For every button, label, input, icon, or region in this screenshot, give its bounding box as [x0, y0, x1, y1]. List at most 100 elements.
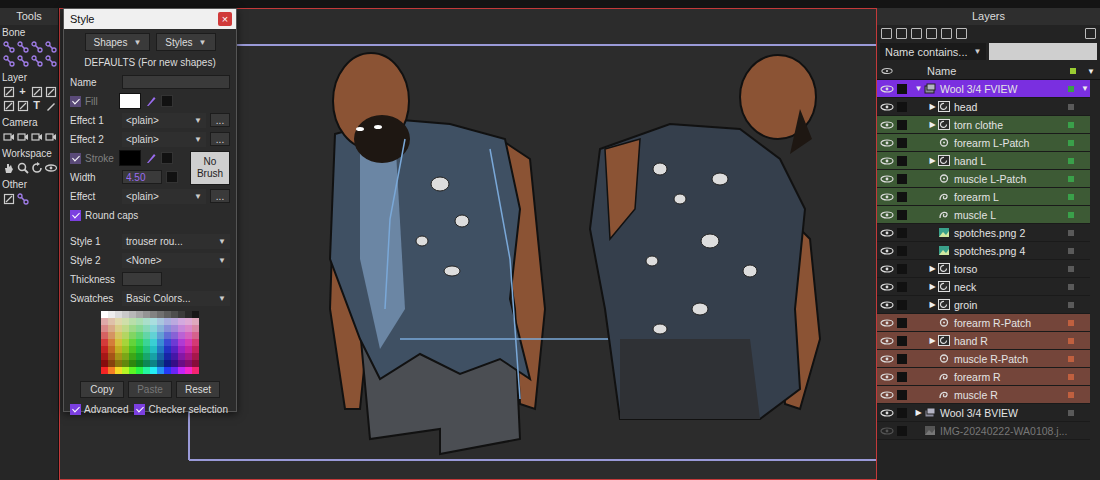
bone-tool[interactable] — [2, 54, 15, 67]
label-color-icon[interactable] — [1068, 356, 1074, 362]
eye-icon[interactable] — [880, 373, 894, 381]
lock-box[interactable] — [897, 138, 907, 148]
lock-box[interactable] — [897, 300, 907, 310]
eye-icon[interactable] — [880, 247, 894, 255]
eye-icon[interactable] — [880, 229, 894, 237]
bone-tool[interactable] — [44, 54, 57, 67]
bone-tool[interactable] — [30, 54, 43, 67]
expand-toggle[interactable]: ▼ — [913, 84, 924, 93]
option-checkbox[interactable]: Advanced — [70, 404, 128, 415]
layer-action-icon[interactable] — [941, 28, 952, 39]
expand-toggle[interactable]: ▶ — [927, 120, 938, 129]
bone-tool[interactable] — [44, 40, 57, 53]
eye-icon[interactable] — [880, 409, 894, 417]
lock-box[interactable] — [897, 354, 907, 364]
eye-icon[interactable] — [880, 355, 894, 363]
camera-tool[interactable] — [30, 130, 43, 143]
rotate-tool[interactable] — [30, 161, 43, 174]
expand-toggle[interactable]: ▶ — [927, 264, 938, 273]
texture-box[interactable] — [161, 152, 173, 164]
lock-box[interactable] — [897, 246, 907, 256]
stroke-color-swatch[interactable] — [119, 150, 141, 166]
other-tool[interactable] — [2, 192, 15, 205]
no-brush-button[interactable]: No Brush — [190, 151, 230, 185]
thickness-field[interactable] — [122, 272, 162, 286]
text-tool[interactable]: T — [30, 99, 43, 112]
label-color-icon[interactable] — [1068, 86, 1074, 92]
add-tool[interactable]: + — [16, 85, 29, 98]
eye-icon[interactable] — [880, 301, 894, 309]
eye-icon[interactable] — [880, 139, 894, 147]
eye-icon[interactable] — [880, 211, 894, 219]
layer-row[interactable]: ▶torn clothe — [877, 116, 1090, 134]
style-window-title[interactable]: Style× — [64, 9, 236, 29]
layer-row[interactable]: ▶groin — [877, 296, 1090, 314]
lock-box[interactable] — [897, 174, 907, 184]
lock-box[interactable] — [897, 210, 907, 220]
label-color-icon[interactable] — [1068, 338, 1074, 344]
lock-box[interactable] — [897, 192, 907, 202]
camera-tool[interactable] — [16, 130, 29, 143]
layer-row[interactable]: spotches.png 2 — [877, 224, 1090, 242]
effect-dropdown[interactable]: <plain>▼ — [122, 113, 206, 128]
menu-button[interactable]: Shapes▼ — [85, 33, 151, 51]
expand-toggle[interactable]: ▶ — [927, 282, 938, 291]
label-color-icon[interactable] — [1068, 176, 1074, 182]
layer-row[interactable]: ▶neck — [877, 278, 1090, 296]
layer-row[interactable]: forearm R — [877, 368, 1090, 386]
label-color-icon[interactable] — [1068, 122, 1074, 128]
layer-row[interactable]: ▼Wool 3/4 FVIEW▼ — [877, 80, 1090, 98]
bone-tool[interactable] — [16, 40, 29, 53]
menu-button[interactable]: Styles▼ — [156, 33, 215, 51]
layer-action-icon[interactable] — [881, 28, 892, 39]
eye-icon[interactable] — [880, 85, 894, 93]
transform-tool[interactable] — [44, 85, 57, 98]
layer-action-icon[interactable] — [896, 28, 907, 39]
eye-icon[interactable] — [880, 391, 894, 399]
round-caps-checkbox[interactable] — [70, 210, 81, 221]
camera-tool[interactable] — [2, 130, 15, 143]
expand-toggle[interactable]: ▶ — [927, 336, 938, 345]
style-action-button[interactable]: Reset — [176, 381, 220, 398]
lock-box[interactable] — [897, 426, 907, 436]
hand-tool[interactable] — [2, 161, 15, 174]
lock-box[interactable] — [897, 318, 907, 328]
lock-box[interactable] — [897, 264, 907, 274]
lock-box[interactable] — [897, 336, 907, 346]
effect-settings-button[interactable]: ... — [210, 113, 230, 127]
width-field[interactable] — [122, 170, 162, 184]
eye-icon[interactable] — [880, 103, 894, 111]
label-color-icon[interactable] — [1068, 158, 1074, 164]
stroke-effect-dropdown[interactable]: <plain>▼ — [122, 189, 206, 204]
label-color-icon[interactable] — [1068, 302, 1074, 308]
lock-box[interactable] — [897, 372, 907, 382]
eye-icon[interactable] — [880, 157, 894, 165]
expand-toggle[interactable]: ▶ — [927, 156, 938, 165]
eye-icon[interactable] — [880, 283, 894, 291]
zoom-tool[interactable] — [16, 161, 29, 174]
expand-toggle[interactable]: ▶ — [913, 408, 924, 417]
eye-icon[interactable] — [880, 193, 894, 201]
label-color-icon[interactable] — [1068, 230, 1074, 236]
camera-tool[interactable] — [44, 130, 57, 143]
eye-icon[interactable] — [880, 319, 894, 327]
lock-box[interactable] — [897, 408, 907, 418]
lock-box[interactable] — [897, 102, 907, 112]
eye-icon[interactable] — [880, 337, 894, 345]
brush-icon[interactable] — [145, 152, 157, 164]
eye-tool[interactable] — [44, 161, 57, 174]
swatches-dropdown[interactable]: Basic Colors...▼ — [122, 291, 230, 306]
layer-row[interactable]: ▶head — [877, 98, 1090, 116]
name-column[interactable]: Name — [913, 65, 1062, 77]
layer-row[interactable]: muscle L-Patch — [877, 170, 1090, 188]
pen-tool[interactable] — [44, 99, 57, 112]
layer-row[interactable]: muscle R-Patch — [877, 350, 1090, 368]
layer-action-icon[interactable] — [956, 28, 967, 39]
name-field[interactable] — [122, 75, 230, 89]
transform-tool[interactable] — [30, 85, 43, 98]
layer-row[interactable]: forearm L — [877, 188, 1090, 206]
bone-tool[interactable] — [16, 54, 29, 67]
layer-row[interactable]: IMG-20240222-WA0108.j... — [877, 422, 1090, 440]
style-action-button[interactable]: Copy — [80, 381, 124, 398]
layer-row[interactable]: ▶hand R — [877, 332, 1090, 350]
